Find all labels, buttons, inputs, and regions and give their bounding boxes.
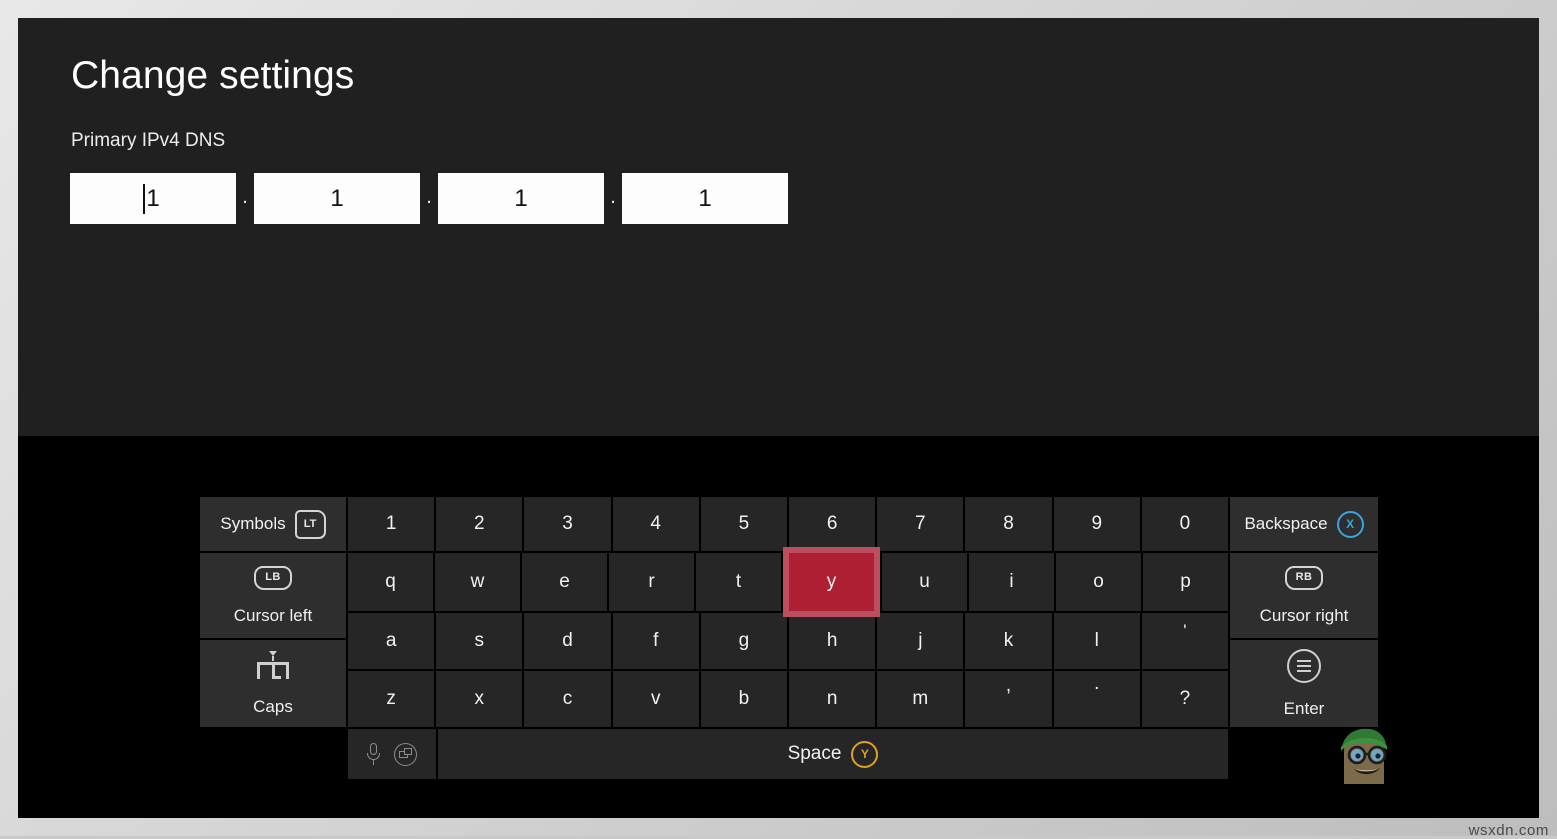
- octet-separator-1: .: [242, 185, 248, 208]
- key-o[interactable]: o: [1056, 553, 1141, 611]
- layout-switch-icon[interactable]: [394, 742, 417, 766]
- key-y[interactable]: y: [783, 547, 880, 617]
- key-n[interactable]: n: [789, 671, 876, 727]
- screen: Change settings Primary IPv4 DNS 1 . 1 .…: [0, 0, 1557, 839]
- ipv4-octet-row: 1 . 1 . 1 . 1: [70, 173, 788, 224]
- keyboard-middle-block: LB Cursor left Caps q w e r t y u i o p …: [200, 547, 1378, 727]
- bumper-rb-icon: RB: [1285, 565, 1323, 590]
- key-m[interactable]: m: [877, 671, 964, 727]
- space-row-left-spacer: [200, 729, 346, 779]
- key-t[interactable]: t: [696, 553, 781, 611]
- backspace-key-label: Backspace: [1244, 514, 1328, 533]
- key-question[interactable]: ?: [1141, 671, 1229, 727]
- key-i[interactable]: i: [969, 553, 1054, 611]
- keyboard-row-qwerty: q w e r t y u i o p: [348, 547, 1228, 617]
- caps-key[interactable]: Caps: [200, 640, 346, 727]
- key-p[interactable]: p: [1143, 553, 1228, 611]
- cursor-right-key-label: Cursor right: [1259, 605, 1349, 625]
- key-period[interactable]: .: [1053, 671, 1140, 727]
- octet-separator-3: .: [610, 185, 616, 208]
- octet-separator-2: .: [426, 185, 432, 208]
- caps-lock-icon: [256, 650, 290, 681]
- key-w[interactable]: w: [435, 553, 520, 611]
- octet-input-1[interactable]: 1: [70, 173, 236, 224]
- key-apostrophe[interactable]: ': [1141, 613, 1229, 669]
- key-1[interactable]: 1: [348, 497, 435, 551]
- key-2[interactable]: 2: [436, 497, 523, 551]
- key-0[interactable]: 0: [1141, 497, 1229, 551]
- keyboard-number-row: Symbols LT 1 2 3 4 5 6 7 8 9 0 Backspace…: [200, 497, 1379, 551]
- octet-value-1: 1: [146, 184, 160, 212]
- key-b[interactable]: b: [700, 671, 788, 727]
- keyboard-space-row: Space Y: [200, 729, 1378, 779]
- key-x[interactable]: x: [436, 671, 523, 727]
- key-4[interactable]: 4: [612, 497, 699, 551]
- backspace-key[interactable]: Backspace X: [1230, 497, 1379, 551]
- space-key[interactable]: Space Y: [438, 729, 1228, 779]
- key-6[interactable]: 6: [789, 497, 876, 551]
- button-y-icon: Y: [851, 740, 879, 768]
- cursor-right-key[interactable]: RB Cursor right: [1230, 553, 1378, 639]
- key-v[interactable]: v: [612, 671, 699, 727]
- key-d[interactable]: d: [524, 613, 611, 669]
- cursor-left-key[interactable]: LB Cursor left: [200, 553, 346, 639]
- key-a[interactable]: a: [348, 613, 435, 669]
- key-s[interactable]: s: [436, 613, 523, 669]
- octet-value-2: 1: [330, 184, 344, 212]
- key-z[interactable]: z: [348, 671, 435, 727]
- octet-value-3: 1: [514, 184, 528, 212]
- key-g[interactable]: g: [700, 613, 788, 669]
- caps-key-label: Caps: [253, 696, 293, 716]
- key-5[interactable]: 5: [700, 497, 788, 551]
- key-c[interactable]: c: [524, 671, 611, 727]
- space-row-right-spacer: [1230, 729, 1378, 779]
- key-j[interactable]: j: [877, 613, 964, 669]
- octet-input-3[interactable]: 1: [438, 173, 604, 224]
- key-r[interactable]: r: [609, 553, 694, 611]
- left-modifier-column: LB Cursor left Caps: [200, 553, 346, 727]
- enter-key-label: Enter: [1283, 698, 1325, 718]
- watermark: wsxdn.com: [1468, 822, 1549, 839]
- key-7[interactable]: 7: [877, 497, 964, 551]
- key-u[interactable]: u: [882, 553, 967, 611]
- key-8[interactable]: 8: [965, 497, 1052, 551]
- enter-key[interactable]: Enter: [1230, 640, 1378, 727]
- key-l[interactable]: l: [1053, 613, 1140, 669]
- octet-input-2[interactable]: 1: [254, 173, 420, 224]
- octet-value-4: 1: [698, 184, 712, 212]
- symbols-key[interactable]: Symbols LT: [200, 497, 346, 551]
- space-key-label: Space: [787, 743, 842, 764]
- key-k[interactable]: k: [965, 613, 1052, 669]
- virtual-keyboard-region: Symbols LT 1 2 3 4 5 6 7 8 9 0 Backspace…: [18, 436, 1539, 818]
- settings-panel: Change settings Primary IPv4 DNS 1 . 1 .…: [18, 18, 1539, 436]
- right-modifier-column: RB Cursor right Enter: [1230, 553, 1378, 727]
- keyboard-row-asdf: a s d f g h j k l ': [348, 613, 1229, 669]
- input-mode-keys[interactable]: [348, 729, 436, 779]
- key-e[interactable]: e: [522, 553, 607, 611]
- symbols-key-label: Symbols: [220, 514, 286, 533]
- virtual-keyboard: Symbols LT 1 2 3 4 5 6 7 8 9 0 Backspace…: [200, 497, 1379, 787]
- cursor-left-key-label: Cursor left: [233, 605, 313, 625]
- menu-circle-icon: [1287, 648, 1321, 683]
- button-x-icon: X: [1336, 510, 1364, 538]
- key-f[interactable]: f: [612, 613, 699, 669]
- field-label: Primary IPv4 DNS: [71, 130, 226, 151]
- octet-input-4[interactable]: 1: [622, 173, 788, 224]
- bumper-lb-icon: LB: [254, 565, 292, 590]
- keyboard-letter-rows: q w e r t y u i o p a s d f g h j k l ' …: [348, 547, 1229, 727]
- key-9[interactable]: 9: [1053, 497, 1140, 551]
- key-h[interactable]: h: [789, 613, 876, 669]
- page-title: Change settings: [71, 54, 355, 97]
- microphone-icon[interactable]: [367, 743, 380, 765]
- keyboard-row-zxcv: z x c v b n m , . ?: [348, 671, 1229, 727]
- key-comma[interactable]: ,: [965, 671, 1052, 727]
- key-3[interactable]: 3: [524, 497, 611, 551]
- key-q[interactable]: q: [348, 553, 433, 611]
- trigger-lt-icon: LT: [294, 509, 326, 539]
